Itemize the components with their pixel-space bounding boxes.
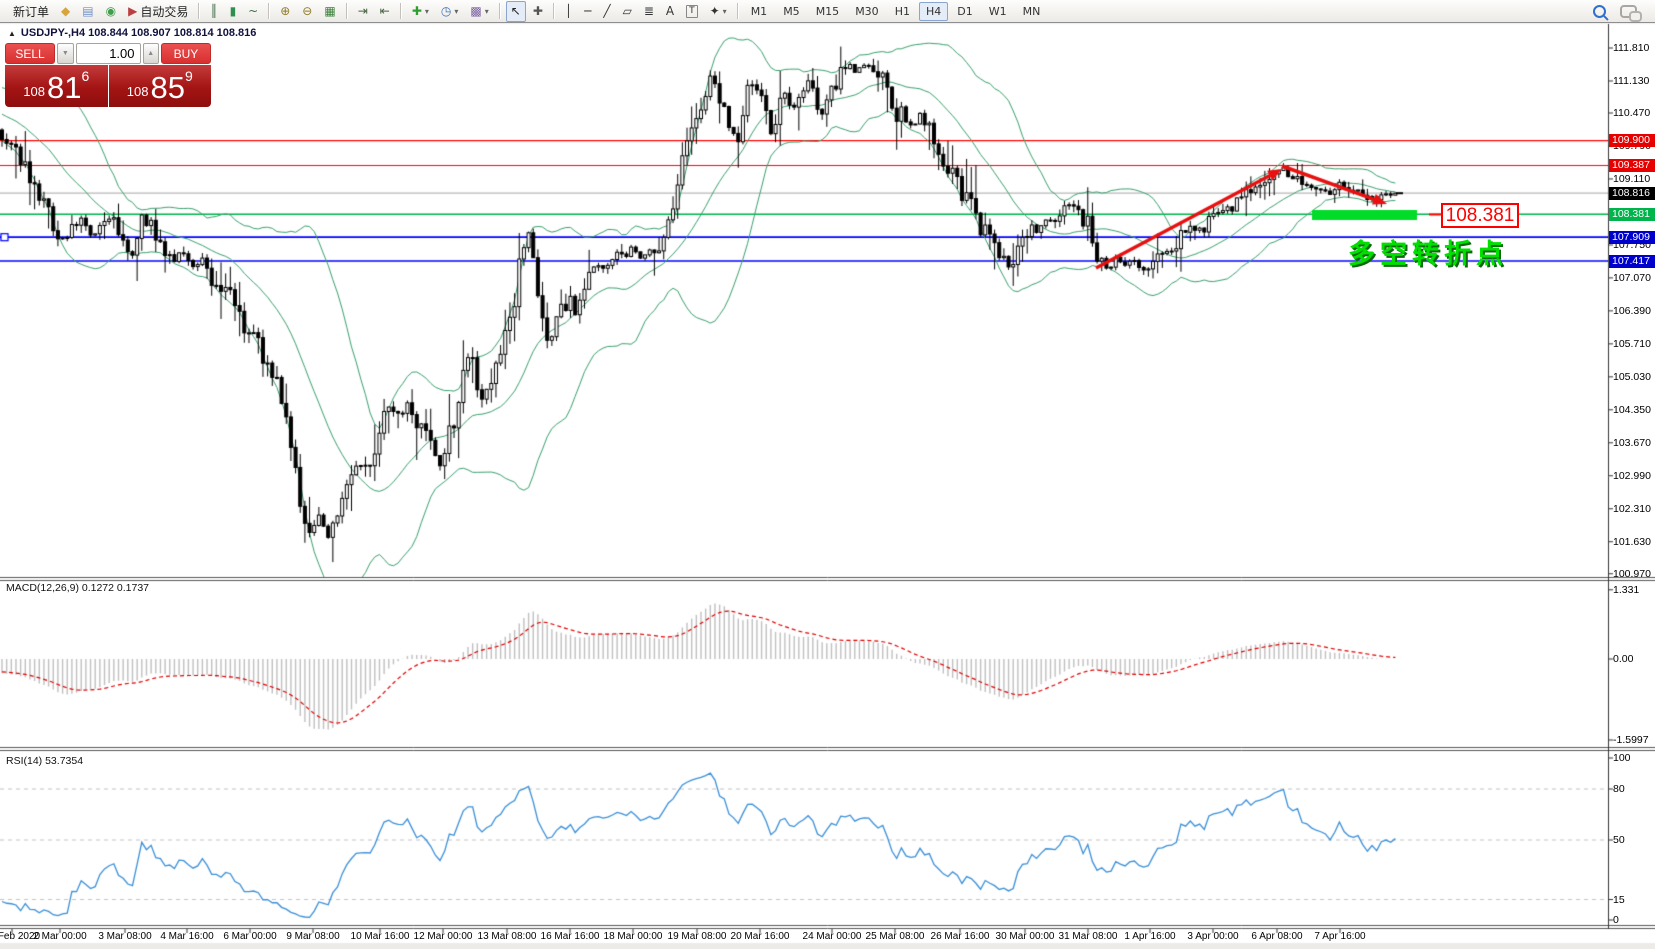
price-axis-flag: 109.387 [1609,159,1655,172]
price-axis-tick: 105.030 [1613,371,1651,383]
price-axis-flag: 107.417 [1609,255,1655,268]
price-axis-tick: 109.110 [1613,173,1650,185]
date-axis-label: 30 Mar 00:00 [996,931,1055,942]
rsi-axis-tick: 0 [1613,914,1619,926]
rsi-axis-tick: 80 [1613,783,1625,795]
mt4-window: 新订单◆▤◉▶自动交易║▮~⊕⊖▦⇥⇤✚▾◷▾▩▾↖✚│─╱▱≣AT✦▾M1M5… [0,0,1655,949]
date-axis-label: 6 Apr 08:00 [1251,931,1302,942]
date-axis-label: 13 Mar 08:00 [478,931,537,942]
date-axis-label: 3 Apr 00:00 [1187,931,1238,942]
price-axis-flag: 108.816 [1609,187,1655,200]
price-annotation-box[interactable]: 108.381 [1441,203,1519,228]
sell-price-display[interactable]: 108816 [5,65,108,107]
date-axis-label: 24 Mar 00:00 [803,931,862,942]
price-axis-flag: 109.900 [1609,134,1655,147]
price-axis-flag: 108.381 [1609,208,1655,221]
date-axis-label: 18 Mar 00:00 [604,931,663,942]
price-axis-tick: 110.470 [1613,107,1650,119]
date-axis-label: 7 Apr 16:00 [1314,931,1365,942]
date-axis-label: 16 Mar 16:00 [541,931,600,942]
collapse-panel-icon[interactable]: ▲ [8,29,16,38]
price-axis-flag: 107.909 [1609,231,1655,244]
rsi-axis-tick: 100 [1613,752,1631,764]
chart-symbol-header: ▲ USDJPY-,H4 108.844 108.907 108.814 108… [8,27,256,39]
buy-button[interactable]: BUY [161,43,211,64]
date-axis-label: 19 Mar 08:00 [668,931,727,942]
price-axis-tick: 104.350 [1613,404,1651,416]
sell-button[interactable]: SELL [5,43,55,64]
price-axis-tick: 106.390 [1613,305,1651,317]
date-axis-label: 1 Apr 16:00 [1124,931,1175,942]
macd-axis-tick: -1.5997 [1613,734,1649,746]
volume-input[interactable] [76,43,141,64]
price-axis-tick: 102.310 [1613,503,1651,515]
date-axis-label: 20 Mar 16:00 [731,931,790,942]
buy-price-big: 85 [150,73,184,103]
price-axis-tick: 107.070 [1613,272,1651,284]
buy-price-display[interactable]: 108859 [109,65,212,107]
chart-canvas[interactable] [0,0,1655,949]
date-axis-label: 4 Mar 16:00 [160,931,213,942]
price-axis-tick: 111.130 [1613,75,1649,87]
date-axis-label: 6 Mar 00:00 [223,931,276,942]
macd-axis-tick: 0.00 [1613,653,1633,665]
sell-price-big: 81 [47,73,81,103]
date-axis-label: 10 Mar 16:00 [351,931,410,942]
sell-price-handle: 108 [23,84,45,99]
date-axis-label: 9 Mar 08:00 [286,931,339,942]
price-axis-tick: 100.970 [1613,568,1651,580]
volume-increase-button[interactable]: ▲ [143,43,159,64]
one-click-trading-panel: SELL ▼ ▲ BUY 108816 108859 [5,43,211,107]
price-axis-tick: 101.630 [1613,536,1651,548]
price-axis-tick: 102.990 [1613,470,1651,482]
symbol-ohlc-text: USDJPY-,H4 108.844 108.907 108.814 108.8… [21,27,256,39]
macd-axis-tick: 1.331 [1613,584,1639,596]
macd-indicator-label: MACD(12,26,9) 0.1272 0.1737 [6,582,149,594]
rsi-indicator-label: RSI(14) 53.7354 [6,755,83,767]
price-axis-tick: 111.810 [1613,42,1649,54]
date-axis-label: 25 Mar 08:00 [866,931,925,942]
date-axis-label: 2 Mar 00:00 [33,931,86,942]
date-axis-label: 31 Mar 08:00 [1059,931,1118,942]
sell-price-pip: 6 [81,68,89,84]
buy-price-pip: 9 [185,68,193,84]
buy-price-handle: 108 [127,84,149,99]
price-axis-tick: 105.710 [1613,338,1651,350]
date-axis-label: 12 Mar 00:00 [414,931,473,942]
date-axis-label: 3 Mar 08:00 [98,931,151,942]
rsi-axis-tick: 50 [1613,834,1625,846]
rsi-axis-tick: 15 [1613,894,1625,906]
turning-point-label: 多空转折点 [1348,232,1508,271]
date-axis-label: 26 Mar 16:00 [931,931,990,942]
price-axis-tick: 103.670 [1613,437,1651,449]
volume-decrease-button[interactable]: ▼ [57,43,73,64]
